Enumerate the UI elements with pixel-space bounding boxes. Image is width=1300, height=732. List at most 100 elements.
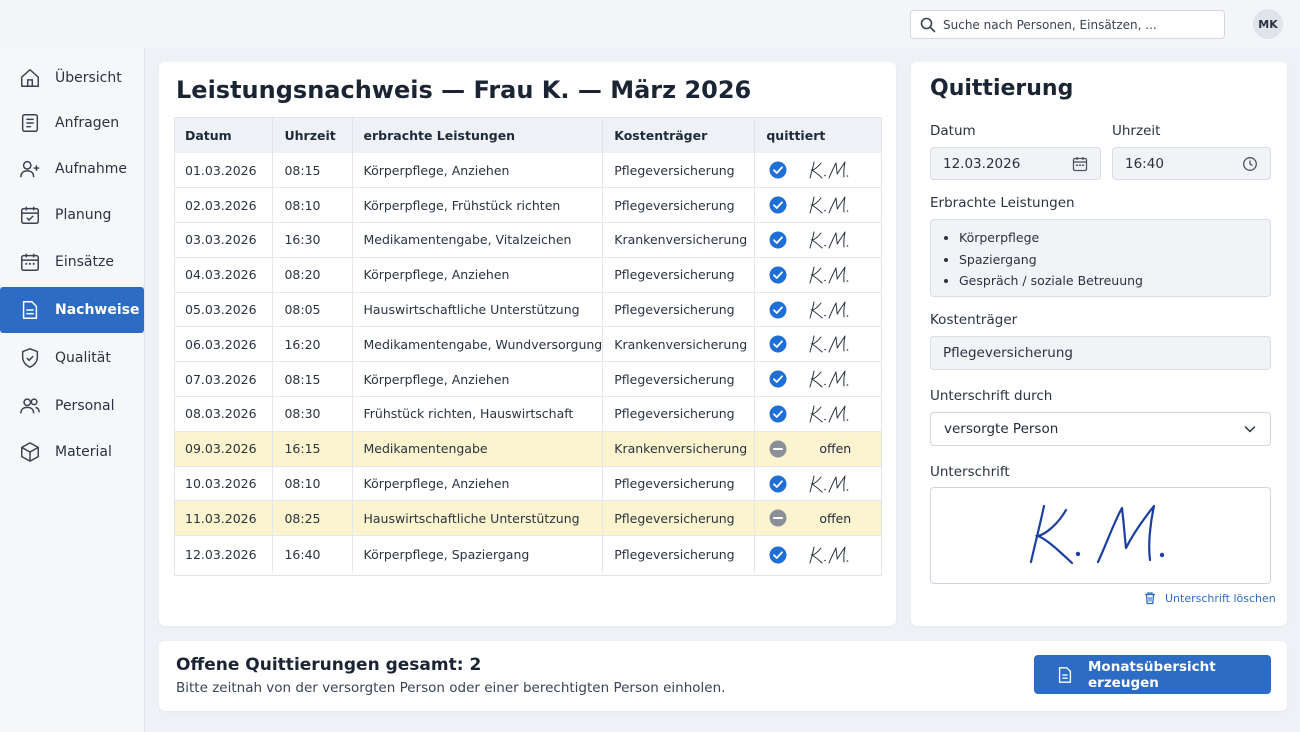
- column-header-leistungen[interactable]: erbrachte Leistungen: [352, 117, 604, 153]
- column-header-uhrzeit[interactable]: Uhrzeit: [272, 117, 353, 153]
- table-row[interactable]: 04.03.2026 08:20 Körperpflege, Anziehen Pfl…: [174, 256, 882, 293]
- cell-datum: 10.03.2026: [174, 465, 274, 501]
- sidebar-item-label: Anfragen: [55, 115, 120, 131]
- cell-datum: 01.03.2026: [174, 153, 274, 188]
- cell-leistungen: Hauswirtschaftliche Unterstützung: [352, 291, 604, 327]
- table-row[interactable]: 05.03.2026 08:05 Hauswirtschaftliche Unter…: [174, 291, 882, 327]
- column-header-quittiert[interactable]: quittiert: [754, 117, 882, 153]
- table-row[interactable]: 07.03.2026 08:15 Körperpflege, Anziehen Pfl…: [174, 361, 882, 397]
- leistungsnachweis-card: Leistungsnachweis — Frau K. — März 2026 …: [159, 62, 896, 626]
- check-circle-icon: [769, 231, 787, 249]
- cell-kostentraeger: Pflegeversicherung: [602, 361, 756, 397]
- home-icon: [21, 69, 39, 87]
- search-box[interactable]: [910, 10, 1225, 39]
- column-header-datum[interactable]: Datum: [174, 117, 274, 153]
- clear-signature-button[interactable]: Unterschrift löschen: [1143, 591, 1276, 605]
- unterschrift-durch-select[interactable]: versorgte Person: [930, 412, 1271, 446]
- table-row[interactable]: 02.03.2026 08:10 Körperpflege, Frühstück r…: [174, 187, 882, 223]
- table-row[interactable]: 09.03.2026 16:15 Medikamentengabe Krankenve…: [174, 430, 882, 467]
- cell-uhrzeit: 08:20: [272, 256, 353, 293]
- cell-leistungen: Medikamentengabe, Vitalzeichen: [352, 222, 604, 258]
- sidebar-item-aufnahme[interactable]: Aufnahme: [0, 146, 144, 192]
- cell-datum: 07.03.2026: [174, 361, 274, 397]
- generate-monthly-overview-button[interactable]: Monatsübersicht erzeugen: [1034, 655, 1271, 694]
- cell-leistungen: Körperpflege, Spaziergang: [352, 535, 604, 573]
- cell-leistungen: Medikamentengabe, Wundversorgung: [352, 326, 604, 362]
- table-header-row: Datum Uhrzeit erbrachte Leistungen Koste…: [174, 117, 882, 153]
- quittiert-status: offen: [766, 509, 882, 527]
- cell-datum: 06.03.2026: [174, 326, 274, 362]
- table-row[interactable]: 12.03.2026 16:40 Körperpflege, Spaziergang…: [174, 535, 882, 573]
- uhrzeit-field[interactable]: 16:40: [1112, 147, 1271, 180]
- page-title: Leistungsnachweis — Frau K. — März 2026: [176, 76, 752, 104]
- search-icon: [920, 17, 936, 32]
- table-row[interactable]: 08.03.2026 08:30 Frühstück richten, Hauswi…: [174, 396, 882, 432]
- check-circle-icon: [769, 370, 787, 388]
- check-circle-icon: [769, 335, 787, 353]
- cell-quittiert: [754, 361, 882, 397]
- signature-initials-icon: [809, 301, 849, 319]
- cell-kostentraeger: Pflegeversicherung: [602, 396, 756, 432]
- calendar-icon[interactable]: [1072, 156, 1088, 172]
- sidebar-item-label: Übersicht: [55, 70, 122, 86]
- quittiert-status: [766, 334, 882, 354]
- sidebar-item-uebersicht[interactable]: Übersicht: [0, 55, 144, 101]
- signature-initials-icon: [809, 546, 849, 564]
- signature-pad[interactable]: [930, 487, 1271, 584]
- table-row[interactable]: 06.03.2026 16:20 Medikamentengabe, Wundver…: [174, 326, 882, 362]
- sidebar-item-personal[interactable]: Personal: [0, 383, 144, 429]
- quittiert-status: [766, 230, 882, 250]
- sidebar-item-label: Nachweise: [55, 302, 140, 318]
- list-item: Körperpflege: [959, 227, 1270, 249]
- sidebar-item-material[interactable]: Material: [0, 429, 144, 475]
- table-row[interactable]: 10.03.2026 08:10 Körperpflege, Anziehen Pfl…: [174, 465, 882, 501]
- sidebar: Übersicht Anfragen Aufnahme Planung Eins…: [0, 48, 145, 732]
- cell-datum: 04.03.2026: [174, 256, 274, 293]
- cell-uhrzeit: 08:15: [272, 361, 353, 397]
- cell-leistungen: Medikamentengabe: [352, 430, 604, 467]
- trash-icon: [1145, 592, 1155, 605]
- cell-datum: 05.03.2026: [174, 291, 274, 327]
- cell-uhrzeit: 08:10: [272, 465, 353, 501]
- quittiert-status: [766, 404, 882, 424]
- search-input[interactable]: [943, 17, 1213, 32]
- table-row[interactable]: 01.03.2026 08:15 Körperpflege, Anziehen Pfl…: [174, 153, 882, 188]
- document-icon: [1058, 666, 1072, 683]
- cell-datum: 12.03.2026: [174, 535, 274, 573]
- sidebar-item-anfragen[interactable]: Anfragen: [0, 100, 144, 146]
- box-icon: [21, 442, 39, 462]
- quittiert-status: [766, 265, 882, 285]
- cell-quittiert: [754, 326, 882, 362]
- cell-datum: 08.03.2026: [174, 396, 274, 432]
- datum-field[interactable]: 12.03.2026: [930, 147, 1101, 180]
- summary-card: Offene Quittierungen gesamt: 2 Bitte zei…: [159, 641, 1287, 711]
- cell-uhrzeit: 08:15: [272, 153, 353, 188]
- cell-quittiert: offen: [754, 430, 882, 467]
- leistungsnachweis-table: Datum Uhrzeit erbrachte Leistungen Koste…: [174, 117, 882, 573]
- cell-kostentraeger: Krankenversicherung: [602, 430, 756, 467]
- cell-uhrzeit: 16:15: [272, 430, 353, 467]
- cell-quittiert: [754, 535, 882, 573]
- column-header-kostentraeger[interactable]: Kostenträger: [602, 117, 756, 153]
- quittierung-card: Quittierung Datum 12.03.2026 Uhrzeit 16:…: [911, 62, 1287, 626]
- cell-leistungen: Körperpflege, Anziehen: [352, 256, 604, 293]
- sidebar-item-label: Qualität: [55, 350, 111, 366]
- cell-uhrzeit: 16:40: [272, 535, 353, 573]
- sidebar-item-qualitaet[interactable]: Qualität: [0, 335, 144, 381]
- clear-signature-label: Unterschrift löschen: [1165, 591, 1276, 605]
- quittiert-status: offen: [766, 440, 882, 458]
- kostentraeger-field: Pflegeversicherung: [930, 336, 1271, 370]
- quittierung-title: Quittierung: [930, 76, 1074, 101]
- avatar[interactable]: MK: [1253, 9, 1283, 39]
- sidebar-item-nachweise[interactable]: Nachweise: [0, 287, 144, 333]
- cell-datum: 02.03.2026: [174, 187, 274, 223]
- table-row[interactable]: 11.03.2026 08:25 Hauswirtschaftliche Unter…: [174, 500, 882, 536]
- unterschrift-durch-value: versorgte Person: [944, 421, 1059, 437]
- sidebar-item-planung[interactable]: Planung: [0, 192, 144, 238]
- cell-leistungen: Körperpflege, Frühstück richten: [352, 187, 604, 223]
- table-row[interactable]: 03.03.2026 16:30 Medikamentengabe, Vitalze…: [174, 222, 882, 258]
- cell-quittiert: [754, 465, 882, 501]
- sidebar-item-einsaetze[interactable]: Einsätze: [0, 239, 144, 285]
- cell-leistungen: Hauswirtschaftliche Unterstützung: [352, 500, 604, 536]
- clock-icon[interactable]: [1242, 156, 1258, 172]
